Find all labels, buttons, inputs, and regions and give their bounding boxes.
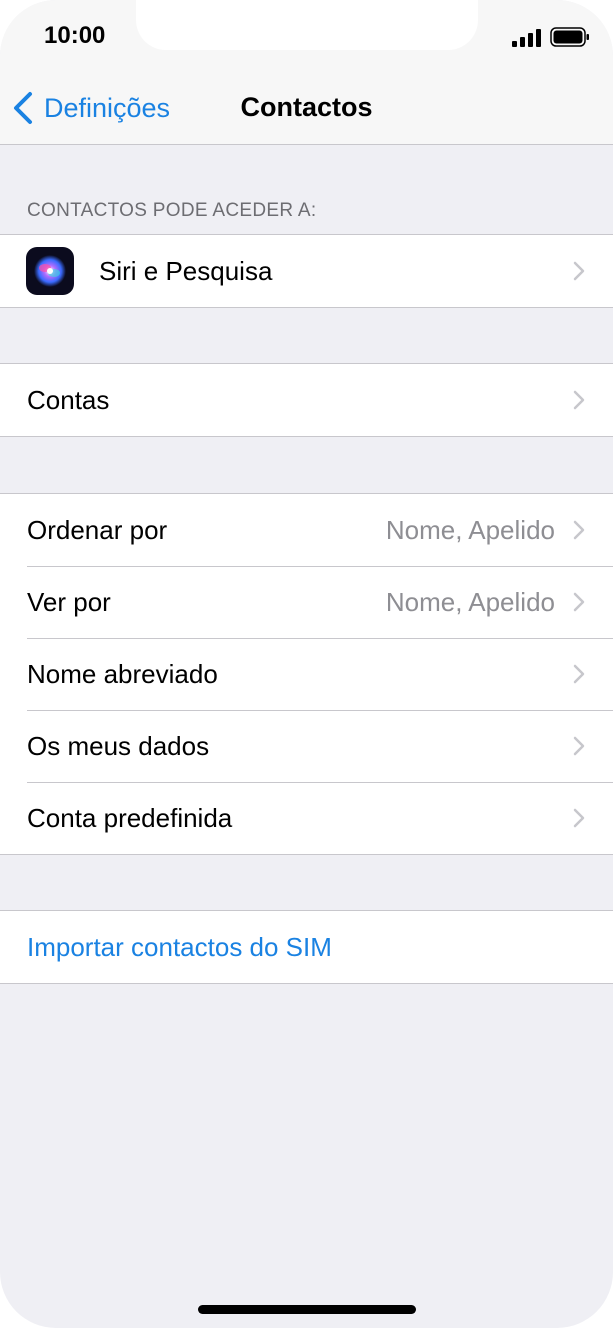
chevron-right-icon [573,520,585,540]
row-my-info[interactable]: Os meus dados [0,710,613,782]
chevron-right-icon [573,664,585,684]
signal-icon [512,29,541,47]
import-sim-contacts-label: Importar contactos do SIM [27,931,332,962]
chevron-right-icon [573,261,585,281]
phone-screen: 10:00 Definições Contactos CONTACTOS POD… [0,0,613,1328]
siri-icon [26,247,74,295]
home-indicator[interactable] [198,1305,416,1314]
chevron-right-icon [573,390,585,410]
chevron-right-icon [573,808,585,828]
row-accounts[interactable]: Contas [0,364,613,436]
row-label: Nome abreviado [27,658,218,689]
sim-group: Importar contactos do SIM [0,910,613,984]
row-siri-search[interactable]: Siri e Pesquisa [0,235,613,307]
page-title: Contactos [240,92,373,122]
display-group: Ordenar por Nome, Apelido Ver por Nome, … [0,493,613,855]
row-label: Ordenar por [27,514,168,545]
row-label: Os meus dados [27,730,210,761]
row-label: Contas [27,384,110,415]
row-default-account[interactable]: Conta predefinida [0,782,613,854]
section-header-access: CONTACTOS PODE ACEDER A: [27,200,317,221]
accounts-group: Contas [0,363,613,437]
access-group: Siri e Pesquisa [0,234,613,308]
row-label: Ver por [27,586,111,617]
row-value: Nome, Apelido [385,514,555,545]
notch [136,0,478,50]
chevron-right-icon [573,736,585,756]
row-label: Conta predefinida [27,802,233,833]
row-value: Nome, Apelido [385,586,555,617]
navigation-bar: 10:00 Definições Contactos [0,0,613,145]
row-label: Siri e Pesquisa [99,255,273,286]
row-short-name[interactable]: Nome abreviado [0,638,613,710]
chevron-right-icon [573,592,585,612]
status-time: 10:00 [44,22,106,49]
battery-icon [550,27,589,47]
import-sim-contacts-button[interactable]: Importar contactos do SIM [0,911,613,983]
row-display-by[interactable]: Ver por Nome, Apelido [0,566,613,638]
row-sort-by[interactable]: Ordenar por Nome, Apelido [0,494,613,566]
